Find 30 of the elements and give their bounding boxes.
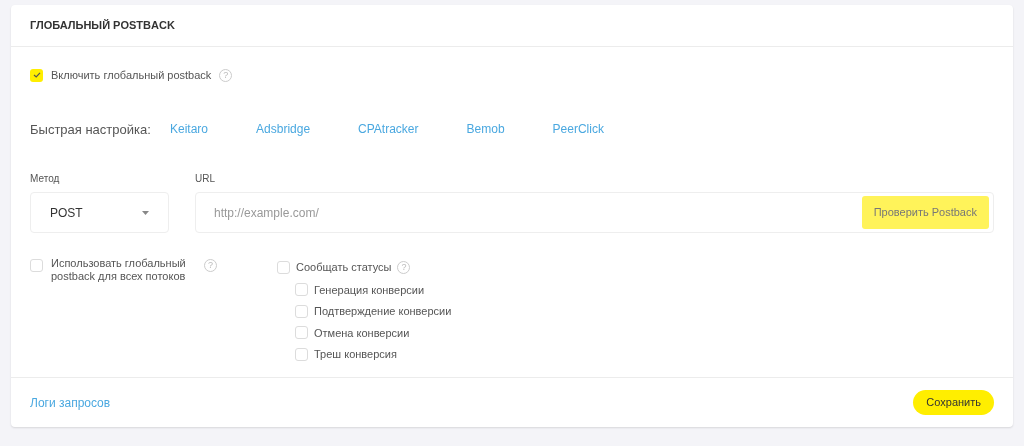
checkbox-label: Отмена конверсии [314,325,410,341]
card-title: ГЛОБАЛЬНЫЙ POSTBACK [30,18,175,34]
tracker-link[interactable]: Keitaro [170,120,209,139]
tracker-link[interactable]: PeerClick [552,120,604,139]
tracker-link[interactable]: Bemob [466,120,505,139]
field-label: URL [195,172,216,186]
checkbox-label: Подтверждение конверсии [314,304,452,319]
checkbox[interactable] [30,259,43,272]
tracker-link[interactable]: CPAtracker [358,120,419,139]
checkbox-label: Сообщать статусы [296,260,392,275]
checkbox[interactable] [295,347,308,361]
save-button[interactable]: Сохранить [913,390,994,415]
check-postback-button[interactable]: Проверить Postback [861,196,989,229]
checkbox-label: Включить глобальный postback [51,68,212,83]
check-icon [32,71,41,80]
method-select[interactable]: POST [30,192,169,233]
checkbox[interactable] [295,304,308,318]
caret-icon [142,210,149,215]
field-label: Метод [30,172,61,186]
checkbox-label: Генерация конверсии [314,282,425,298]
checkbox-label: Треш конверсия [314,347,397,362]
checkbox[interactable] [295,283,308,297]
checkbox[interactable] [30,68,43,82]
quick-setup-label: Быстрая настройка: [30,120,152,139]
checkbox[interactable] [295,326,308,340]
checkbox-label: Использовать глобальный postback для всех потоков [51,257,187,283]
url-field[interactable]: http://example.com/ Проверить Postback [195,192,994,233]
checkbox[interactable] [277,260,290,274]
request-logs-link[interactable]: Логи запросов [30,393,111,412]
tracker-link[interactable]: Adsbridge [256,120,311,139]
